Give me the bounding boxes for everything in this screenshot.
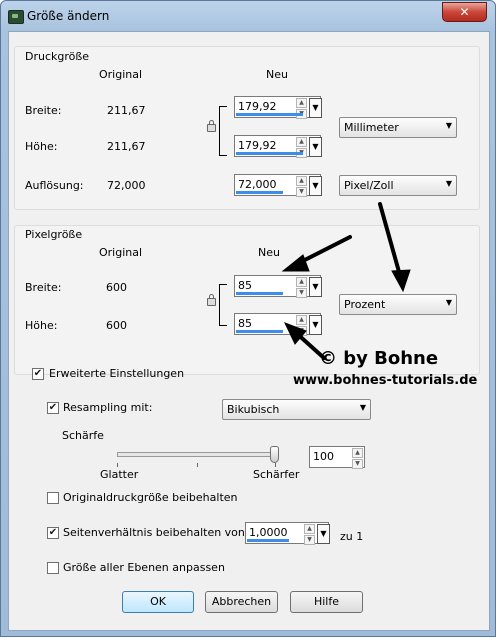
annotation-arrows [281,202,411,360]
arrow-to-unit-select [378,202,403,281]
arrowhead-icon [281,254,310,272]
dialog-window: Größe ändern ✕ Druckgröße Original Neu B… [0,0,496,637]
arrowhead-icon [391,269,411,293]
